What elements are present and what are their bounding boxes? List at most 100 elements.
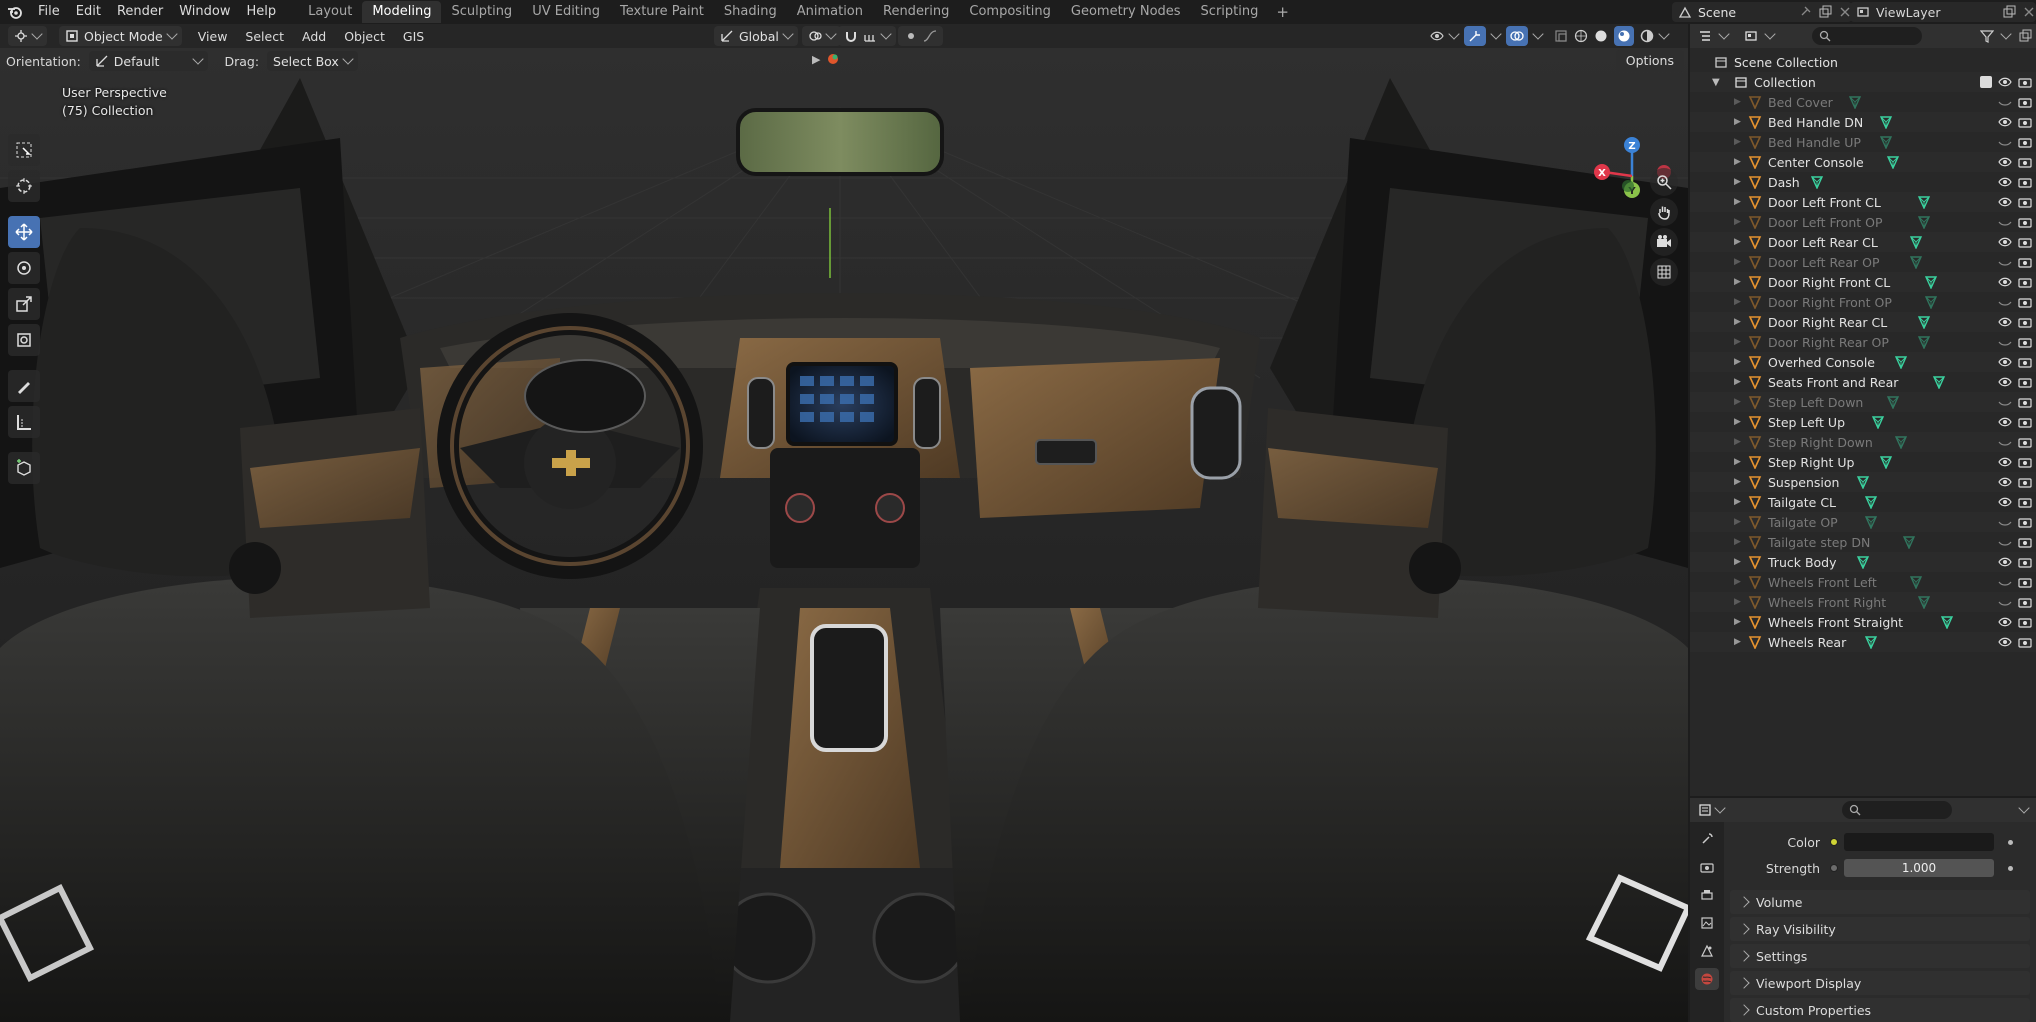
scene-selector[interactable]: Scene [1672, 2, 1852, 22]
menu-select[interactable]: Select [239, 29, 290, 44]
rotate-tool[interactable] [8, 252, 40, 284]
copy-scene-icon[interactable] [1818, 5, 1832, 19]
tab-texture-paint[interactable]: Texture Paint [610, 1, 714, 23]
expand-arrow-icon[interactable]: ▶ [1734, 97, 1741, 107]
outliner-item-step-right-down[interactable]: ▶ Step Right Down [1690, 432, 2036, 452]
eye-closed-icon[interactable] [1998, 535, 2012, 549]
camera-render-icon[interactable] [2018, 255, 2032, 269]
outliner-item-truck-body[interactable]: ▶ Truck Body [1690, 552, 2036, 572]
mesh-data-icon[interactable] [1909, 255, 1923, 269]
eye-icon[interactable] [1998, 155, 2012, 169]
animate-property-dot[interactable] [2008, 865, 2013, 871]
tab-tool[interactable] [1695, 828, 1719, 850]
eye-closed-icon[interactable] [1998, 435, 2012, 449]
chevron-down-icon[interactable] [1718, 28, 1730, 40]
xray-icon[interactable] [1554, 29, 1568, 43]
outliner-item-wheels-rear[interactable]: ▶ Wheels Rear [1690, 632, 2036, 652]
mesh-data-icon[interactable] [1917, 595, 1931, 609]
mesh-data-icon[interactable] [1848, 95, 1862, 109]
drag-dropdown[interactable]: Select Box [267, 51, 358, 71]
expand-arrow-icon[interactable]: ▶ [1734, 297, 1741, 307]
camera-render-icon[interactable] [2018, 195, 2032, 209]
pan-button[interactable] [1650, 198, 1678, 226]
eye-closed-icon[interactable] [1998, 335, 2012, 349]
camera-render-icon[interactable] [2018, 515, 2032, 529]
camera-render-icon[interactable] [2018, 295, 2032, 309]
display-mode-icon[interactable] [1744, 29, 1758, 43]
camera-render-icon[interactable] [2018, 555, 2032, 569]
expand-arrow-icon[interactable]: ▶ [1734, 177, 1741, 187]
solid-shading-icon[interactable] [1594, 29, 1608, 43]
eye-closed-icon[interactable] [1998, 295, 2012, 309]
mesh-data-icon[interactable] [1917, 195, 1931, 209]
eye-icon[interactable] [1998, 455, 2012, 469]
expand-arrow-icon[interactable]: ▶ [1734, 377, 1741, 387]
mesh-data-icon[interactable] [1856, 475, 1870, 489]
eye-icon[interactable] [1998, 75, 2012, 89]
mesh-data-icon[interactable] [1924, 295, 1938, 309]
expand-arrow-icon[interactable]: ▶ [1734, 397, 1741, 407]
camera-render-icon[interactable] [2018, 475, 2032, 489]
tab-render[interactable] [1695, 856, 1719, 878]
filter-icon[interactable] [1980, 29, 1994, 43]
measure-tool[interactable] [8, 406, 40, 438]
panel-viewport-display[interactable]: Viewport Display [1730, 971, 2030, 995]
mesh-data-icon[interactable] [1864, 635, 1878, 649]
view-layer-selector[interactable]: ViewLayer [1850, 2, 2036, 22]
tab-view-layer[interactable] [1695, 912, 1719, 934]
properties-search-input[interactable] [1842, 801, 1952, 819]
eye-closed-icon[interactable] [1998, 515, 2012, 529]
camera-render-icon[interactable] [2018, 375, 2032, 389]
mesh-data-icon[interactable] [1871, 415, 1885, 429]
outliner-item-dash[interactable]: ▶ Dash [1690, 172, 2036, 192]
eye-closed-icon[interactable] [1998, 215, 2012, 229]
camera-render-icon[interactable] [2018, 635, 2032, 649]
camera-render-icon[interactable] [2018, 615, 2032, 629]
mesh-data-icon[interactable] [1886, 395, 1900, 409]
collapse-arrow-icon[interactable]: ▶ [812, 53, 820, 66]
tab-output[interactable] [1695, 884, 1719, 906]
outliner-item-door-right-front-op[interactable]: ▶ Door Right Front OP [1690, 292, 2036, 312]
eye-icon[interactable] [1998, 175, 2012, 189]
camera-render-icon[interactable] [2018, 435, 2032, 449]
editor-type-dropdown[interactable] [8, 26, 47, 46]
snap-toggle[interactable] [838, 26, 896, 46]
add-cube-tool[interactable] [8, 452, 40, 484]
outliner-item-bed-cover[interactable]: ▶ Bed Cover [1690, 92, 2036, 112]
eye-closed-icon[interactable] [1998, 255, 2012, 269]
tab-scene[interactable] [1695, 940, 1719, 962]
camera-render-icon[interactable] [2018, 315, 2032, 329]
neg-y-axis-handle[interactable] [1622, 180, 1634, 192]
orientation-dropdown[interactable]: Default [88, 51, 209, 71]
mesh-data-icon[interactable] [1864, 495, 1878, 509]
outliner-item-step-right-up[interactable]: ▶ Step Right Up [1690, 452, 2036, 472]
properties-editor-icon[interactable] [1698, 803, 1712, 817]
outliner-item-suspension[interactable]: ▶ Suspension [1690, 472, 2036, 492]
expand-arrow-icon[interactable]: ▶ [1734, 577, 1741, 587]
mesh-data-icon[interactable] [1810, 175, 1824, 189]
tab-shading[interactable]: Shading [714, 1, 787, 23]
perspective-toggle-button[interactable] [1650, 258, 1678, 286]
mesh-data-icon[interactable] [1879, 135, 1893, 149]
close-layer-icon[interactable] [2022, 5, 2036, 19]
copy-layer-icon[interactable] [2002, 5, 2016, 19]
eye-icon[interactable] [1998, 615, 2012, 629]
outliner-item-seats-front-and-rear[interactable]: ▶ Seats Front and Rear [1690, 372, 2036, 392]
tab-rendering[interactable]: Rendering [873, 1, 959, 23]
exclude-checkbox[interactable] [1980, 76, 1992, 88]
mesh-data-icon[interactable] [1879, 115, 1893, 129]
expand-arrow-icon[interactable]: ▶ [1734, 277, 1741, 287]
visibility-selectability-icon[interactable] [1430, 29, 1444, 43]
menu-gis[interactable]: GIS [397, 29, 430, 44]
panel-settings[interactable]: Settings [1730, 944, 2030, 968]
outliner-item-step-left-up[interactable]: ▶ Step Left Up [1690, 412, 2036, 432]
expand-arrow-icon[interactable]: ▶ [1734, 617, 1741, 627]
eye-icon[interactable] [1998, 555, 2012, 569]
expand-arrow-icon[interactable]: ▶ [1734, 157, 1741, 167]
outliner-item-door-right-rear-op[interactable]: ▶ Door Right Rear OP [1690, 332, 2036, 352]
outliner-editor-icon[interactable] [1698, 29, 1712, 43]
chevron-down-icon[interactable] [1658, 28, 1670, 40]
color-socket-dot[interactable] [1830, 838, 1838, 846]
show-overlays-toggle[interactable] [1506, 26, 1528, 46]
camera-render-icon[interactable] [2018, 415, 2032, 429]
